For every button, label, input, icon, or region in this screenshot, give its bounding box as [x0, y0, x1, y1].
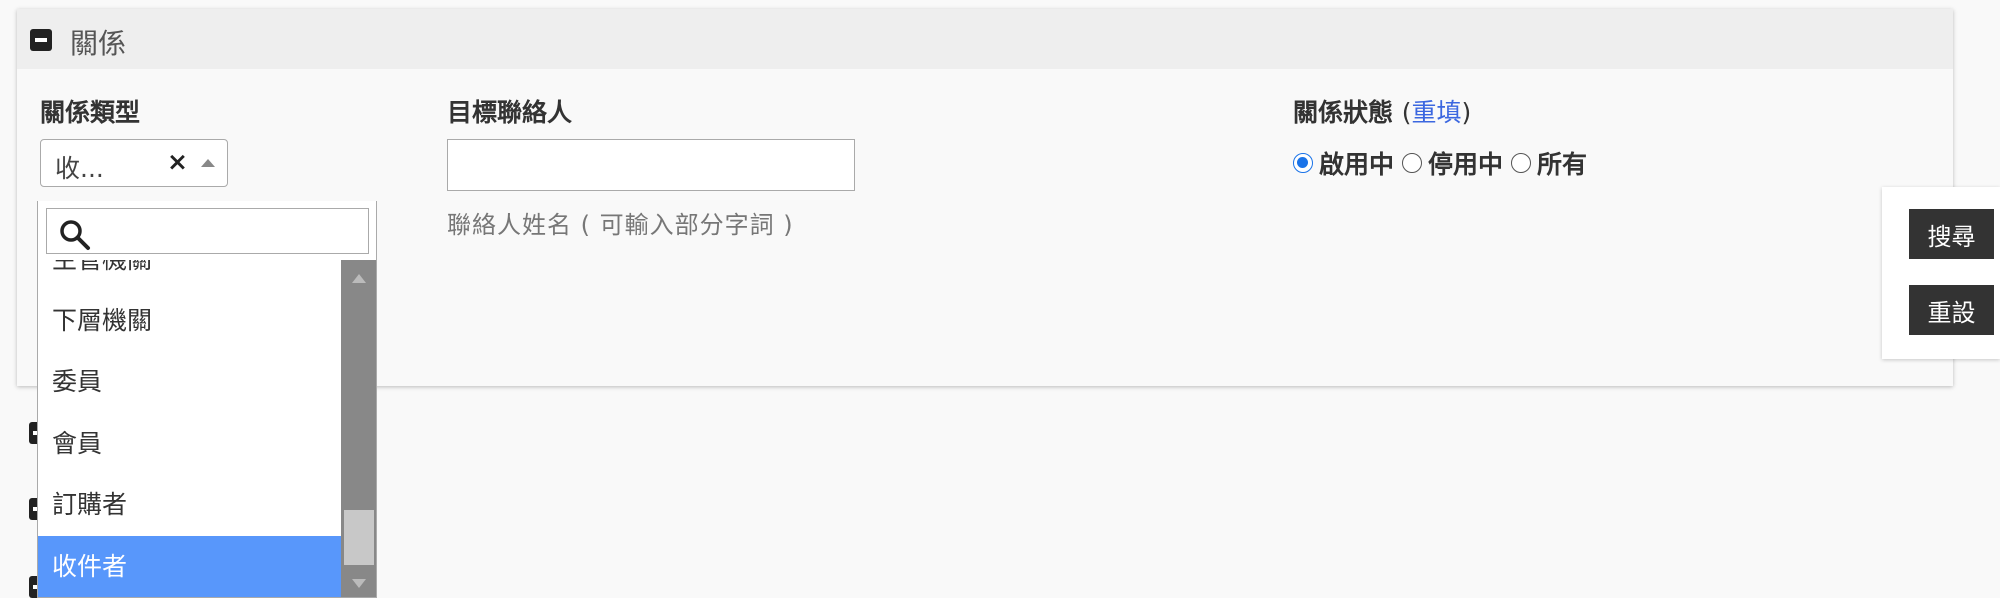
dropdown-option[interactable]: 委員 — [38, 351, 341, 412]
scroll-down-icon[interactable] — [352, 579, 366, 588]
target-contact-input[interactable] — [447, 139, 855, 191]
paren-close: ) — [1461, 98, 1472, 127]
reset-button[interactable]: 重設 — [1909, 285, 1994, 335]
dropdown-option[interactable]: 下層機關 — [38, 290, 341, 351]
collapse-icon[interactable] — [30, 29, 52, 51]
search-button[interactable]: 搜尋 — [1909, 209, 1994, 259]
status-label-all: 所有 — [1537, 150, 1588, 179]
relation-status-label-text: 關係狀態 — [1293, 98, 1394, 127]
panel-title: 關係 — [70, 27, 127, 60]
status-reset-link[interactable]: 重填 — [1412, 98, 1462, 127]
status-option-inactive[interactable]: 停用中 — [1402, 145, 1503, 181]
relation-type-dropdown: 主管機關 下層機關 委員 會員 訂購者 收件者 — [37, 201, 377, 598]
scrollbar-thumb[interactable] — [344, 510, 374, 565]
dropdown-options-list: 主管機關 下層機關 委員 會員 訂購者 收件者 — [38, 260, 341, 597]
scroll-up-icon[interactable] — [352, 274, 366, 283]
dropdown-search[interactable] — [46, 208, 369, 254]
status-radio-active[interactable] — [1293, 153, 1313, 173]
status-option-active[interactable]: 啟用中 — [1293, 145, 1394, 181]
dropdown-option[interactable]: 主管機關 — [38, 260, 341, 290]
status-label-active: 啟用中 — [1319, 150, 1395, 179]
target-contact-hint: 聯絡人姓名 ( 可輸入部分字詞 ) — [447, 211, 794, 239]
dropdown-option[interactable]: 訂購者 — [38, 474, 341, 535]
status-label-inactive: 停用中 — [1428, 150, 1504, 179]
status-radio-inactive[interactable] — [1402, 153, 1423, 173]
clear-selection-icon[interactable]: × — [167, 147, 188, 176]
dropdown-search-input[interactable] — [99, 213, 359, 249]
search-icon — [60, 220, 90, 250]
status-radio-all[interactable] — [1511, 153, 1532, 173]
dropdown-scrollbar[interactable] — [341, 260, 376, 597]
paren-open: ( — [1401, 98, 1412, 127]
dropdown-option[interactable]: 會員 — [38, 413, 341, 474]
panel-header[interactable]: 關係 — [17, 9, 1953, 69]
chevron-up-icon — [201, 159, 215, 167]
status-option-all[interactable]: 所有 — [1511, 145, 1587, 181]
relation-status-label: 關係狀態 (重填) — [1293, 93, 1471, 129]
relation-status-radio-group: 啟用中 停用中 所有 — [1293, 143, 1595, 183]
relation-type-label: 關係類型 — [40, 98, 141, 127]
relation-type-select[interactable]: 收... × — [40, 139, 228, 187]
action-panel: 搜尋 重設 — [1882, 187, 2000, 359]
relation-type-value: 收... — [55, 154, 104, 183]
target-contact-label: 目標聯絡人 — [447, 98, 573, 127]
dropdown-option-selected[interactable]: 收件者 — [38, 536, 341, 597]
